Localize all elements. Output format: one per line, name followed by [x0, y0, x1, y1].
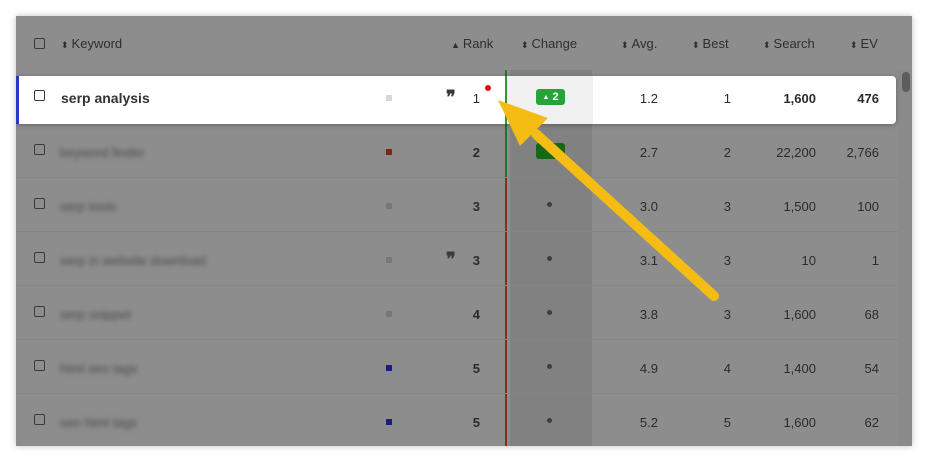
table-row[interactable]: html seo tags 5 4.9 4 1,400 54	[16, 340, 912, 394]
keyword-cell[interactable]: serp in website download	[60, 253, 206, 268]
sort-arrows-icon: ⬍	[521, 40, 529, 50]
change-badge	[536, 143, 565, 159]
table-row[interactable]: keyword finder 2 2.7 2 22,200 2,766	[16, 124, 912, 178]
keyword-cell[interactable]: html seo tags	[60, 361, 137, 376]
color-tag-icon	[386, 203, 392, 209]
sort-arrows-icon: ⬍	[763, 40, 771, 50]
row-checkbox[interactable]	[34, 306, 45, 317]
avg-cell: 3.0	[639, 199, 658, 214]
ev-cell: 54	[864, 361, 879, 376]
sort-arrows-icon: ⬍	[692, 40, 700, 50]
ev-cell: 68	[864, 307, 879, 322]
featured-snippet-quote-icon: ❞	[446, 249, 456, 269]
ev-cell: 2,766	[846, 145, 879, 160]
search-cell: 1,400	[783, 361, 816, 376]
column-header-search[interactable]: ⬍ Search	[763, 36, 815, 51]
best-cell: 2	[723, 145, 731, 160]
row-checkbox[interactable]	[34, 252, 45, 263]
best-cell: 5	[723, 415, 731, 430]
sort-up-icon: ▲	[451, 40, 460, 50]
column-header-change[interactable]: ⬍ Change	[521, 36, 577, 51]
search-cell: 1,600	[783, 415, 816, 430]
avg-cell: 3.8	[639, 307, 658, 322]
ev-cell: 1	[871, 253, 879, 268]
best-cell: 1	[723, 91, 731, 106]
active-row-indicator	[16, 76, 19, 124]
color-tag-icon	[386, 365, 392, 371]
search-cell: 22,200	[776, 145, 816, 160]
keyword-cell[interactable]: serp snippet	[60, 307, 131, 322]
rank-cell: 3	[472, 199, 480, 214]
no-change-dot-icon	[547, 256, 552, 261]
rank-cell: 4	[472, 307, 480, 322]
search-cell: 1,500	[783, 199, 816, 214]
rank-gain-line	[505, 76, 507, 124]
featured-snippet-quote-icon: ❞	[446, 87, 456, 107]
row-checkbox[interactable]	[34, 360, 45, 371]
avg-cell: 3.1	[639, 253, 658, 268]
ev-cell: 100	[857, 199, 879, 214]
no-change-dot-icon	[547, 202, 552, 207]
arrow-up-icon: ▲	[542, 94, 550, 101]
change-badge: ▲ 2	[536, 89, 565, 105]
keyword-cell[interactable]: serp analysis	[61, 90, 150, 106]
no-change-dot-icon	[547, 364, 552, 369]
sort-arrows-icon: ⬍	[850, 40, 858, 50]
color-tag-icon	[386, 149, 392, 155]
rank-cell: 1	[472, 91, 480, 106]
column-header-ev[interactable]: ⬍ EV	[850, 36, 878, 51]
best-cell: 3	[723, 253, 731, 268]
avg-cell: 4.9	[639, 361, 658, 376]
avg-cell: 5.2	[639, 415, 658, 430]
column-header-rank[interactable]: ▲ Rank	[451, 36, 493, 51]
ev-cell: 62	[864, 415, 879, 430]
table-header: ⬍ Keyword ▲ Rank ⬍ Change ⬍ Avg. ⬍ Best ⬍ Sear…	[16, 16, 912, 70]
row-checkbox[interactable]	[34, 198, 45, 209]
search-cell: 1,600	[783, 91, 816, 106]
best-cell: 3	[723, 199, 731, 214]
rank-cell: 5	[472, 415, 480, 430]
keyword-cell[interactable]: serp tools	[60, 199, 116, 214]
new-indicator-dot	[485, 85, 491, 91]
highlighted-row[interactable]: serp analysis ❞ 1 ▲ 2 1.2 1 1,600 476	[16, 76, 896, 124]
row-checkbox[interactable]	[34, 144, 45, 155]
search-cell: 10	[801, 253, 816, 268]
column-header-avg[interactable]: ⬍ Avg.	[621, 36, 657, 51]
scrollbar-track[interactable]	[898, 70, 912, 446]
avg-cell: 1.2	[639, 91, 658, 106]
no-change-dot-icon	[547, 310, 552, 315]
rank-cell: 2	[472, 145, 480, 160]
row-checkbox[interactable]	[34, 414, 45, 425]
select-all-checkbox[interactable]	[34, 38, 45, 49]
color-tag-icon	[386, 257, 392, 263]
keyword-cell[interactable]: keyword finder	[60, 145, 145, 160]
row-checkbox[interactable]	[34, 90, 45, 101]
keyword-cell[interactable]: seo html tags	[60, 415, 137, 430]
rank-cell: 5	[472, 361, 480, 376]
best-cell: 4	[723, 361, 731, 376]
table-row[interactable]: serp in website download ❞ 3 3.1 3 10 1	[16, 232, 912, 286]
scrollbar-thumb[interactable]	[902, 72, 910, 92]
column-header-best[interactable]: ⬍ Best	[692, 36, 729, 51]
table-row[interactable]: serp snippet 4 3.8 3 1,600 68	[16, 286, 912, 340]
sort-arrows-icon: ⬍	[621, 40, 629, 50]
rank-cell: 3	[472, 253, 480, 268]
color-tag-icon	[386, 311, 392, 317]
column-header-keyword[interactable]: ⬍ Keyword	[61, 36, 122, 51]
table-row[interactable]: seo html tags 5 5.2 5 1,600 62	[16, 394, 912, 446]
color-tag-icon	[386, 419, 392, 425]
avg-cell: 2.7	[639, 145, 658, 160]
table-row[interactable]: serp tools 3 3.0 3 1,500 100	[16, 178, 912, 232]
no-change-dot-icon	[547, 418, 552, 423]
keyword-table: ⬍ Keyword ▲ Rank ⬍ Change ⬍ Avg. ⬍ Best ⬍ Sear…	[16, 16, 912, 446]
color-tag-icon	[386, 95, 392, 101]
sort-arrows-icon: ⬍	[61, 40, 69, 50]
best-cell: 3	[723, 307, 731, 322]
search-cell: 1,600	[783, 307, 816, 322]
ev-cell: 476	[857, 91, 879, 106]
